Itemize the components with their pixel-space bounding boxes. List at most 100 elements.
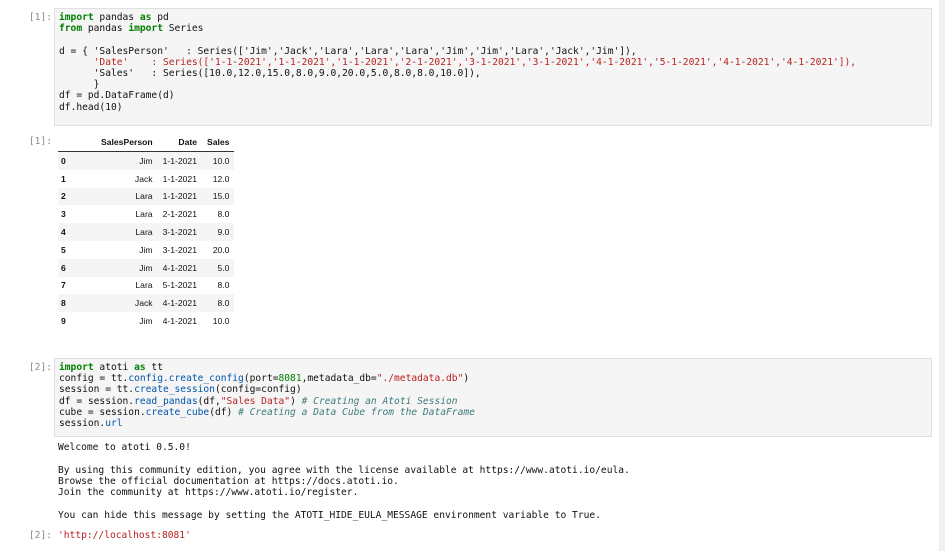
code-text: session.: [59, 418, 106, 430]
row-index: 6: [61, 262, 66, 273]
row-index: 0: [61, 155, 66, 166]
cell-salesperson: Lara: [135, 209, 153, 220]
cell-sales: 15.0: [212, 191, 230, 202]
code-line: import atoti as tt: [59, 362, 927, 373]
cell-date: 3-1-2021: [162, 227, 197, 238]
cell-sales: 10.0: [212, 155, 230, 166]
cell-date: 2-1-2021: [162, 209, 197, 220]
row-index: 7: [61, 280, 66, 291]
code-text: cube = session.: [59, 406, 146, 418]
code-text: ): [290, 395, 302, 407]
cell-salesperson: Jack: [134, 298, 153, 309]
keyword: as: [139, 12, 152, 23]
code-line: df = pd.DataFrame(d): [59, 90, 175, 102]
code-text: config = tt.: [59, 373, 129, 385]
code-line: import pandas as pd: [59, 12, 927, 23]
cell-sales: 8.0: [217, 209, 230, 220]
cell-sales: 20.0: [212, 244, 230, 255]
row-index: 2: [61, 191, 66, 202]
keyword: from: [59, 23, 83, 35]
string-literal: "Sales Data": [220, 395, 291, 407]
cell-sales: 5.0: [217, 262, 230, 273]
stdout-welcome: Welcome to atoti 0.5.0!: [58, 442, 191, 453]
row-index: 3: [61, 209, 66, 220]
alias: pd: [151, 12, 169, 23]
cell-salesperson: Lara: [135, 191, 153, 202]
code-line: 'Sales' : Series([10.0,12.0,15.0,8.0,9.0…: [59, 68, 481, 80]
cell-date: 4-1-2021: [162, 262, 197, 273]
code-line: 'Date' : Series(['1-1-2021','1-1-2021','…: [59, 56, 857, 68]
function-name: read_pandas: [134, 395, 198, 407]
code-line: cube = session.create_cube(df) # Creatin…: [59, 407, 927, 418]
code-line: d = { 'SalesPerson' : Series(['Jim','Jac…: [59, 45, 637, 57]
code-line: df = session.read_pandas(df,"Sales Data"…: [59, 396, 927, 407]
cell-1-input-prompt: [1]:: [28, 12, 52, 23]
function-name: config.create_config: [128, 373, 244, 385]
string-literal: "./metadata.db": [376, 373, 464, 385]
cell-date: 4-1-2021: [162, 298, 197, 309]
table-row: 4 Lara 3-1-2021 9.0: [58, 223, 235, 241]
table-row: 5 Jim 3-1-2021 20.0: [58, 241, 234, 259]
cell-1-code-editor[interactable]: import pandas as pd from pandas import S…: [54, 8, 932, 126]
code-line: session.url: [59, 418, 927, 429]
code-comment: # Creating a Data Cube from the DataFram…: [238, 406, 475, 418]
stdout-license: By using this community edition, you agr…: [58, 465, 630, 476]
stdout-docs: Browse the official documentation at htt…: [58, 476, 399, 487]
column-header-date: Date: [178, 137, 197, 147]
cell-salesperson: Jim: [139, 155, 153, 166]
table-row: 7 Lara 5-1-2021 8.0: [58, 277, 234, 295]
code-line: session = tt.create_session(config=confi…: [59, 384, 927, 395]
cell-date: 3-1-2021: [162, 244, 197, 255]
keyword: import: [59, 362, 94, 373]
cell-salesperson: Jim: [139, 244, 153, 255]
module-name: pandas: [93, 12, 140, 23]
stdout-hide-message: You can hide this message by setting the…: [58, 510, 601, 521]
code-text: (df,: [197, 395, 221, 407]
cell-sales: 8.0: [217, 298, 230, 309]
code-text: session = tt.: [59, 384, 135, 396]
function-name: create_session: [134, 384, 215, 396]
index-header: [58, 133, 96, 152]
cell-sales: 12.0: [212, 173, 230, 184]
table-row: 3 Lara 2-1-2021 8.0: [58, 205, 234, 223]
row-index: 5: [61, 244, 66, 255]
stdout-community: Join the community at https://www.atoti.…: [58, 487, 359, 498]
cell-date: 1-1-2021: [162, 173, 197, 184]
module-name: atoti: [93, 362, 135, 373]
dataframe-table: SalesPerson Date Sales 0 Jim 1-1-2021 10.0 …: [58, 133, 235, 330]
number-literal: 8081: [278, 373, 302, 385]
code-line: df.head(10): [59, 101, 123, 113]
result-url: 'http://localhost:8081': [58, 530, 191, 541]
vertical-scrollbar[interactable]: [939, 0, 945, 551]
cell-sales: 8.0: [217, 280, 230, 291]
cell-salesperson: Lara: [135, 280, 153, 291]
column-header-sales: Sales: [207, 137, 230, 147]
cell-sales: 10.0: [212, 316, 230, 327]
cell-salesperson: Jim: [139, 262, 153, 273]
alias: tt: [145, 362, 163, 373]
attribute-name: url: [105, 418, 123, 430]
row-index: 9: [61, 316, 66, 327]
cell-2-code-editor[interactable]: import atoti as tt config = tt.config.cr…: [54, 358, 932, 437]
cell-salesperson: Lara: [135, 227, 153, 238]
cell-date: 1-1-2021: [162, 155, 197, 166]
table-row: 9 Jim 4-1-2021 10.0: [58, 312, 234, 330]
code-text: ): [463, 373, 470, 385]
cell-date: 1-1-2021: [162, 191, 197, 202]
code-text: (port=: [243, 373, 279, 385]
cell-1-output-prompt: [1]:: [28, 136, 52, 147]
import-name: Series: [162, 23, 204, 35]
table-row: 2 Lara 1-1-2021 15.0: [58, 187, 235, 206]
code-comment: # Creating an Atoti Session: [301, 395, 458, 407]
code-text: ,metadata_db=: [301, 373, 377, 385]
code-line: }: [59, 79, 100, 91]
row-index: 4: [61, 227, 66, 238]
table-row: 0 Jim 1-1-2021 10.0: [58, 151, 235, 170]
keyword: import: [59, 12, 94, 23]
cell-2-input-prompt: [2]:: [28, 362, 52, 373]
keyword: import: [128, 23, 163, 35]
table-row: 8 Jack 4-1-2021 8.0: [58, 294, 235, 313]
cell-salesperson: Jim: [139, 316, 153, 327]
cell-2-output-prompt: [2]:: [28, 530, 52, 541]
